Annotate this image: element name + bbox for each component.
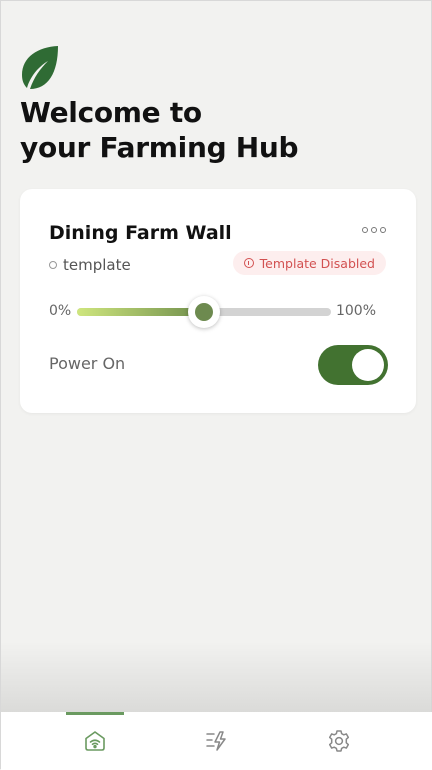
page-title-line-2: your Farming Hub (20, 131, 299, 164)
more-dot (371, 227, 377, 233)
warning-icon (243, 258, 254, 268)
template-circle-icon (49, 261, 57, 269)
home-wifi-icon (85, 731, 105, 751)
bottom-tab-bar (1, 712, 432, 770)
device-name: Dining Farm Wall (49, 222, 232, 244)
slider-thumb[interactable] (188, 296, 220, 328)
more-dot (380, 227, 386, 233)
more-options-icon[interactable] (362, 227, 386, 237)
tab-settings[interactable] (267, 712, 411, 770)
slider-fill (77, 308, 204, 316)
brightness-slider[interactable] (77, 296, 331, 328)
leaf-logo-icon (22, 46, 58, 89)
template-label: template (63, 256, 131, 274)
slider-max-label: 100% (335, 303, 376, 319)
page-title: Welcome to your Farming Hub (20, 95, 299, 165)
status-badge: Template Disabled (232, 251, 386, 275)
gear-icon (328, 730, 350, 752)
power-toggle[interactable] (318, 345, 388, 385)
template-indicator: template (49, 256, 131, 274)
slider-min-label: 0% (49, 303, 72, 319)
app-frame: Welcome to your Farming Hub Dining Farm … (0, 0, 432, 770)
toggle-knob (352, 349, 384, 381)
status-badge-text: Template Disabled (259, 255, 375, 271)
more-dot (362, 227, 368, 233)
page-title-line-1: Welcome to (20, 96, 202, 129)
automation-icon (206, 731, 226, 751)
power-label: Power On (49, 354, 126, 373)
bottom-fade (1, 641, 432, 713)
device-card[interactable]: Dining Farm Wall template Template Disab… (20, 189, 416, 413)
